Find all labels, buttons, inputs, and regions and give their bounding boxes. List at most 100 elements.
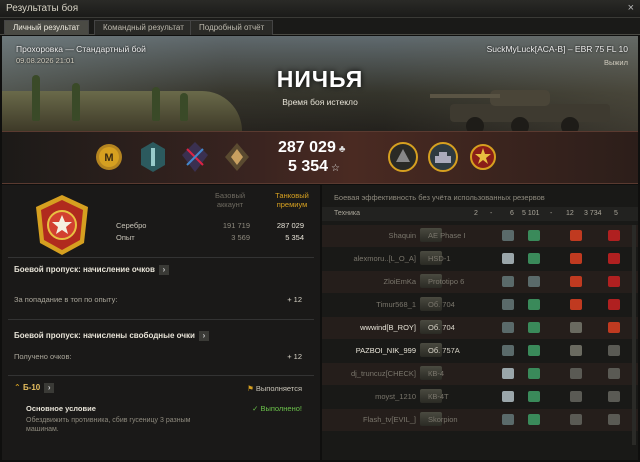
vehicle-name: Об. 704	[428, 300, 455, 309]
efficiency-icon[interactable]	[502, 368, 514, 379]
efficiency-icon[interactable]	[528, 253, 540, 264]
efficiency-icon[interactable]	[608, 299, 620, 310]
battle-date: 09.08.2026 21:01	[16, 56, 75, 65]
mission-title: ⌃ Б-10 ›	[14, 383, 55, 393]
efficiency-icon[interactable]	[570, 230, 582, 241]
efficiency-icon[interactable]	[570, 391, 582, 402]
bp-info-button[interactable]: ›	[158, 265, 169, 275]
table-row[interactable]: ZloiEmKa Prototipo 6	[322, 271, 638, 293]
efficiency-icon[interactable]	[570, 322, 582, 333]
mission-info-button[interactable]: ›	[44, 383, 55, 393]
table-row[interactable]: dj_truncuz[CHECK] КВ-4	[322, 363, 638, 385]
crossed-swords-icon[interactable]	[180, 140, 210, 174]
wolf-medal-icon[interactable]	[386, 140, 420, 174]
bp-free-info-button[interactable]: ›	[198, 331, 209, 341]
player-name: Shaquin	[388, 231, 416, 240]
efficiency-icon[interactable]	[528, 414, 540, 425]
efficiency-icon[interactable]	[608, 345, 620, 356]
table-row[interactable]: moyst_1210 КВ-4Т	[322, 386, 638, 408]
efficiency-icon[interactable]	[570, 299, 582, 310]
efficiency-icon[interactable]	[502, 299, 514, 310]
efficiency-icon[interactable]	[608, 368, 620, 379]
efficiency-icon[interactable]	[528, 230, 540, 241]
efficiency-icon[interactable]	[502, 345, 514, 356]
bp-free-row: Получено очков:	[14, 352, 72, 361]
efficiency-icon[interactable]	[608, 276, 620, 287]
tab-detailed[interactable]: Подробный отчёт	[190, 20, 274, 35]
reward-bar: M 287 029 ♣ 5 354 ☆	[2, 131, 638, 184]
tab-personal[interactable]: Личный результат	[4, 20, 89, 35]
efficiency-icon[interactable]	[608, 322, 620, 333]
mission-done: ✓ Выполнено!	[252, 404, 302, 413]
player-name: dj_truncuz[CHECK]	[350, 369, 416, 378]
efficiency-icon[interactable]	[570, 368, 582, 379]
mission-condition: Основное условие	[26, 404, 96, 413]
window-titlebar: Результаты боя ×	[0, 0, 640, 18]
tank-medal-icon[interactable]	[426, 140, 460, 174]
efficiency-icon[interactable]	[528, 345, 540, 356]
credits-icon: ♣	[338, 144, 346, 155]
vehicle-name: Prototipo 6	[428, 277, 465, 286]
efficiency-panel: Боевая эффективность без учёта использов…	[322, 185, 638, 460]
efficiency-icon[interactable]	[502, 253, 514, 264]
vehicle-name: Об. 757А	[428, 346, 460, 355]
th-col: 5 101	[522, 210, 540, 217]
efficiency-icon[interactable]	[502, 322, 514, 333]
efficiency-icon[interactable]	[570, 414, 582, 425]
rank-star-icon	[36, 195, 88, 255]
efficiency-icon[interactable]	[528, 391, 540, 402]
th-col: -	[550, 210, 553, 217]
mastery-m-icon[interactable]: M	[94, 140, 124, 174]
table-row[interactable]: alexmoru..[L_O_A] HSD-1	[322, 248, 638, 270]
th-col: 12	[566, 210, 574, 217]
player-name: PAZBOI_NIK_999	[355, 346, 416, 355]
tab-team[interactable]: Командный результат	[94, 20, 193, 35]
player-name: wwwind[B_ROY]	[360, 323, 416, 332]
efficiency-icon[interactable]	[528, 368, 540, 379]
player-list: Shaquin AE Phase I alexmoru..[L_O_A] HSD-1 Z…	[322, 225, 638, 445]
vehicle-name: КВ-4Т	[428, 392, 449, 401]
scrollbar[interactable]	[632, 225, 636, 445]
player-name: alexmoru..[L_O_A]	[353, 254, 416, 263]
divider	[8, 375, 314, 376]
exp-premium: 5 354	[285, 233, 304, 242]
svg-text:M: M	[104, 152, 113, 164]
th-vehicle: Техника	[334, 210, 361, 217]
red-star-medal-icon[interactable]	[468, 140, 498, 174]
efficiency-icon[interactable]	[502, 414, 514, 425]
efficiency-icon[interactable]	[570, 345, 582, 356]
table-row[interactable]: Flash_tv[EVIL_] Skorpion	[322, 409, 638, 431]
credits-total: 287 029 ♣	[278, 139, 346, 156]
efficiency-icon[interactable]	[608, 230, 620, 241]
bp-free-title: Боевой пропуск: начислены свободные очки…	[14, 331, 209, 341]
bp-points-title: Боевой пропуск: начисление очков ›	[14, 265, 169, 275]
table-row[interactable]: PAZBOI_NIK_999 Об. 757А	[322, 340, 638, 362]
survival-status: Выжил	[604, 58, 628, 67]
th-col: 2	[474, 210, 478, 217]
col-base-account: Базовый аккаунт	[214, 191, 246, 209]
efficiency-icon[interactable]	[528, 299, 540, 310]
efficiency-icon[interactable]	[528, 322, 540, 333]
table-row[interactable]: wwwind[B_ROY] Об. 704	[322, 317, 638, 339]
efficiency-icon[interactable]	[502, 276, 514, 287]
diamond-medal-icon[interactable]	[222, 140, 252, 174]
efficiency-icon[interactable]	[528, 276, 540, 287]
battle-header: Прохоровка — Стандартный бой 09.08.2026 …	[2, 36, 638, 131]
table-row[interactable]: Timur568_1 Об. 704	[322, 294, 638, 316]
efficiency-icon[interactable]	[608, 253, 620, 264]
bp-points-row: За попадание в топ по опыту:	[14, 295, 118, 304]
efficiency-icon[interactable]	[570, 253, 582, 264]
silver-premium: 287 029	[276, 221, 304, 230]
efficiency-icon[interactable]	[502, 230, 514, 241]
efficiency-icon[interactable]	[608, 414, 620, 425]
blue-medal-icon[interactable]	[138, 140, 168, 174]
table-row[interactable]: Shaquin AE Phase I	[322, 225, 638, 247]
efficiency-icon[interactable]	[570, 276, 582, 287]
efficiency-icon[interactable]	[502, 391, 514, 402]
efficiency-icon[interactable]	[608, 391, 620, 402]
flag-icon: ⚑	[247, 384, 256, 393]
player-name: Flash_tv[EVIL_]	[363, 415, 416, 424]
close-icon[interactable]: ×	[628, 2, 634, 14]
mission-state: ⚑ Выполняется	[247, 384, 302, 393]
vehicle-name: КВ-4	[428, 369, 445, 378]
